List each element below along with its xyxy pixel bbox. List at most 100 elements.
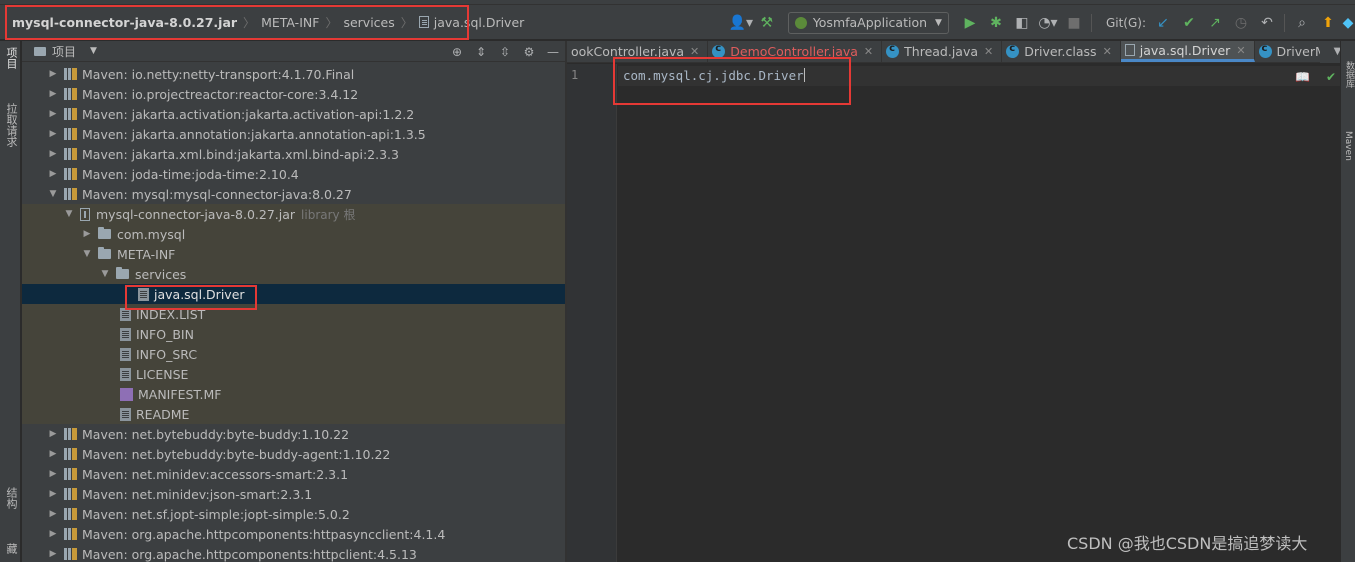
- chevron-down-icon[interactable]: ▼: [62, 209, 76, 219]
- tab-book-controller[interactable]: ookController.java ✕: [567, 41, 709, 62]
- tree-item-label: services: [135, 266, 187, 282]
- close-icon[interactable]: ✕: [1236, 44, 1245, 57]
- chevron-down-icon[interactable]: ▼: [46, 189, 60, 199]
- code-line[interactable]: com.mysql.cj.jdbc.Driver: [623, 68, 805, 83]
- tree-item[interactable]: INFO_SRC: [22, 344, 565, 364]
- tab-thread[interactable]: Thread.java ✕: [882, 41, 1003, 62]
- chevron-right-icon[interactable]: ▶: [46, 109, 60, 119]
- breadcrumb-file[interactable]: java.sql.Driver: [434, 15, 525, 30]
- expand-all-icon[interactable]: ⇕: [469, 45, 493, 59]
- run-config-label: YosmfaApplication: [812, 15, 928, 30]
- tree-item-label: Maven: net.sf.jopt-simple:jopt-simple:5.…: [82, 506, 350, 522]
- tree-item-selected[interactable]: java.sql.Driver: [22, 284, 565, 304]
- tree-item[interactable]: ▶ Maven: joda-time:joda-time:2.10.4: [22, 164, 565, 184]
- breadcrumb-meta-inf[interactable]: META-INF: [261, 15, 319, 30]
- locate-icon[interactable]: ⊕: [445, 45, 469, 59]
- build-hammer-icon[interactable]: ⚒: [754, 10, 780, 36]
- git-push-icon[interactable]: ↗: [1202, 10, 1228, 36]
- run-config-selector[interactable]: YosmfaApplication ▼: [787, 11, 949, 34]
- tree-item-label: mysql-connector-java-8.0.27.jar: [96, 206, 296, 222]
- tab-java-sql-driver[interactable]: java.sql.Driver ✕: [1120, 41, 1255, 62]
- chevron-right-icon[interactable]: ▶: [46, 429, 60, 439]
- tree-item[interactable]: MANIFEST.MF: [22, 384, 565, 404]
- chevron-right-icon[interactable]: ▶: [80, 229, 94, 239]
- profile-icon[interactable]: ◔▾: [1035, 10, 1061, 36]
- tree-item[interactable]: INDEX.LIST: [22, 304, 565, 324]
- tree-item[interactable]: INFO_BIN: [22, 324, 565, 344]
- tree-item-label: INFO_BIN: [136, 326, 194, 342]
- close-icon[interactable]: ✕: [1103, 45, 1112, 58]
- breadcrumb-separator-icon: 〉: [243, 15, 256, 30]
- tree-item[interactable]: README: [22, 404, 565, 424]
- git-history-icon[interactable]: ◷: [1228, 10, 1254, 36]
- breadcrumb-services[interactable]: services: [343, 15, 394, 30]
- tree-item[interactable]: ▶ Maven: jakarta.annotation:jakarta.anno…: [22, 124, 565, 144]
- tool-tab-structure[interactable]: 结构: [3, 487, 19, 509]
- chevron-right-icon[interactable]: ▶: [46, 509, 60, 519]
- plugin-icon[interactable]: ◆: [1341, 10, 1355, 36]
- tree-item[interactable]: ▶ Maven: net.bytebuddy:byte-buddy:1.10.2…: [22, 424, 565, 444]
- tool-tab-pull-requests[interactable]: 拉取请求: [3, 103, 19, 147]
- stop-icon[interactable]: ■: [1061, 10, 1087, 36]
- inspection-ok-icon[interactable]: ✔: [1326, 70, 1336, 84]
- close-icon[interactable]: ✕: [984, 45, 993, 58]
- git-update-icon[interactable]: ↙: [1150, 10, 1176, 36]
- tree-item[interactable]: ▼ META-INF: [22, 244, 565, 264]
- tree-item[interactable]: ▼ mysql-connector-java-8.0.27.jar librar…: [22, 204, 565, 224]
- debug-icon[interactable]: ✱: [983, 10, 1009, 36]
- tab-demo-controller[interactable]: DemoController.java ✕: [708, 41, 883, 62]
- text-file-icon: [1124, 44, 1135, 56]
- chevron-right-icon[interactable]: ▶: [46, 129, 60, 139]
- chevron-right-icon[interactable]: ▶: [46, 469, 60, 479]
- tree-item[interactable]: LICENSE: [22, 364, 565, 384]
- tool-tab-project[interactable]: 项目: [3, 47, 19, 69]
- tree-item[interactable]: ▼ services: [22, 264, 565, 284]
- minimize-icon[interactable]: —: [541, 45, 565, 59]
- chevron-right-icon[interactable]: ▶: [46, 169, 60, 179]
- tree-item[interactable]: ▶ com.mysql: [22, 224, 565, 244]
- tree-item[interactable]: ▶ Maven: net.sf.jopt-simple:jopt-simple:…: [22, 504, 565, 524]
- chevron-right-icon[interactable]: ▶: [46, 529, 60, 539]
- search-icon[interactable]: ⌕: [1289, 10, 1315, 36]
- tool-tab-database[interactable]: 数据库: [1343, 61, 1355, 88]
- tool-tab-maven[interactable]: Maven: [1343, 131, 1353, 161]
- tree-item[interactable]: ▶ Maven: net.bytebuddy:byte-buddy-agent:…: [22, 444, 565, 464]
- tree-item[interactable]: ▼ Maven: mysql:mysql-connector-java:8.0.…: [22, 184, 565, 204]
- tree-item[interactable]: ▶ Maven: net.minidev:json-smart:2.3.1: [22, 484, 565, 504]
- chevron-down-icon[interactable]: ▼: [90, 46, 97, 56]
- code-editor[interactable]: 1 com.mysql.cj.jdbc.Driver: [567, 64, 1340, 562]
- tree-item[interactable]: ▶ Maven: io.projectreactor:reactor-core:…: [22, 84, 565, 104]
- chevron-right-icon[interactable]: ▶: [46, 149, 60, 159]
- collapse-all-icon[interactable]: ⇳: [493, 45, 517, 59]
- chevron-down-icon[interactable]: ▼: [98, 269, 112, 279]
- tree-item[interactable]: ▶ Maven: org.apache.httpcomponents:httpa…: [22, 524, 565, 544]
- tree-item[interactable]: ▶ Maven: jakarta.activation:jakarta.acti…: [22, 104, 565, 124]
- reader-mode-icon[interactable]: 📖: [1295, 70, 1310, 84]
- chevron-right-icon[interactable]: ▶: [46, 549, 60, 559]
- chevron-right-icon[interactable]: ▶: [46, 69, 60, 79]
- breadcrumb-separator-icon: 〉: [400, 15, 413, 30]
- tab-driver-class[interactable]: Driver.class ✕: [1002, 41, 1121, 62]
- chevron-right-icon[interactable]: ▶: [46, 449, 60, 459]
- git-commit-icon[interactable]: ✔: [1176, 10, 1202, 36]
- close-icon[interactable]: ✕: [690, 45, 699, 58]
- library-icon: [64, 468, 77, 480]
- run-icon[interactable]: ▶: [957, 10, 983, 36]
- close-icon[interactable]: ✕: [864, 45, 873, 58]
- tree-item[interactable]: ▶ Maven: org.apache.httpcomponents:httpc…: [22, 544, 565, 562]
- project-panel-title[interactable]: 项目: [52, 43, 76, 60]
- coverage-icon[interactable]: ◧: [1009, 10, 1035, 36]
- chevron-down-icon[interactable]: ▼: [80, 249, 94, 259]
- tree-item-label: Maven: org.apache.httpcomponents:httpasy…: [82, 526, 446, 542]
- gear-icon[interactable]: ⚙: [517, 45, 541, 59]
- rollback-icon[interactable]: ↶: [1254, 10, 1280, 36]
- tree-item[interactable]: ▶ Maven: io.netty:netty-transport:4.1.70…: [22, 64, 565, 84]
- breadcrumb: mysql-connector-java-8.0.27.jar 〉 META-I…: [0, 5, 524, 40]
- breadcrumb-jar[interactable]: mysql-connector-java-8.0.27.jar: [12, 15, 237, 30]
- tree-item[interactable]: ▶ Maven: net.minidev:accessors-smart:2.3…: [22, 464, 565, 484]
- tree-item[interactable]: ▶ Maven: jakarta.xml.bind:jakarta.xml.bi…: [22, 144, 565, 164]
- chevron-right-icon[interactable]: ▶: [46, 89, 60, 99]
- update-icon[interactable]: ⬆: [1315, 10, 1341, 36]
- user-icon[interactable]: 👤▾: [728, 10, 754, 36]
- chevron-right-icon[interactable]: ▶: [46, 489, 60, 499]
